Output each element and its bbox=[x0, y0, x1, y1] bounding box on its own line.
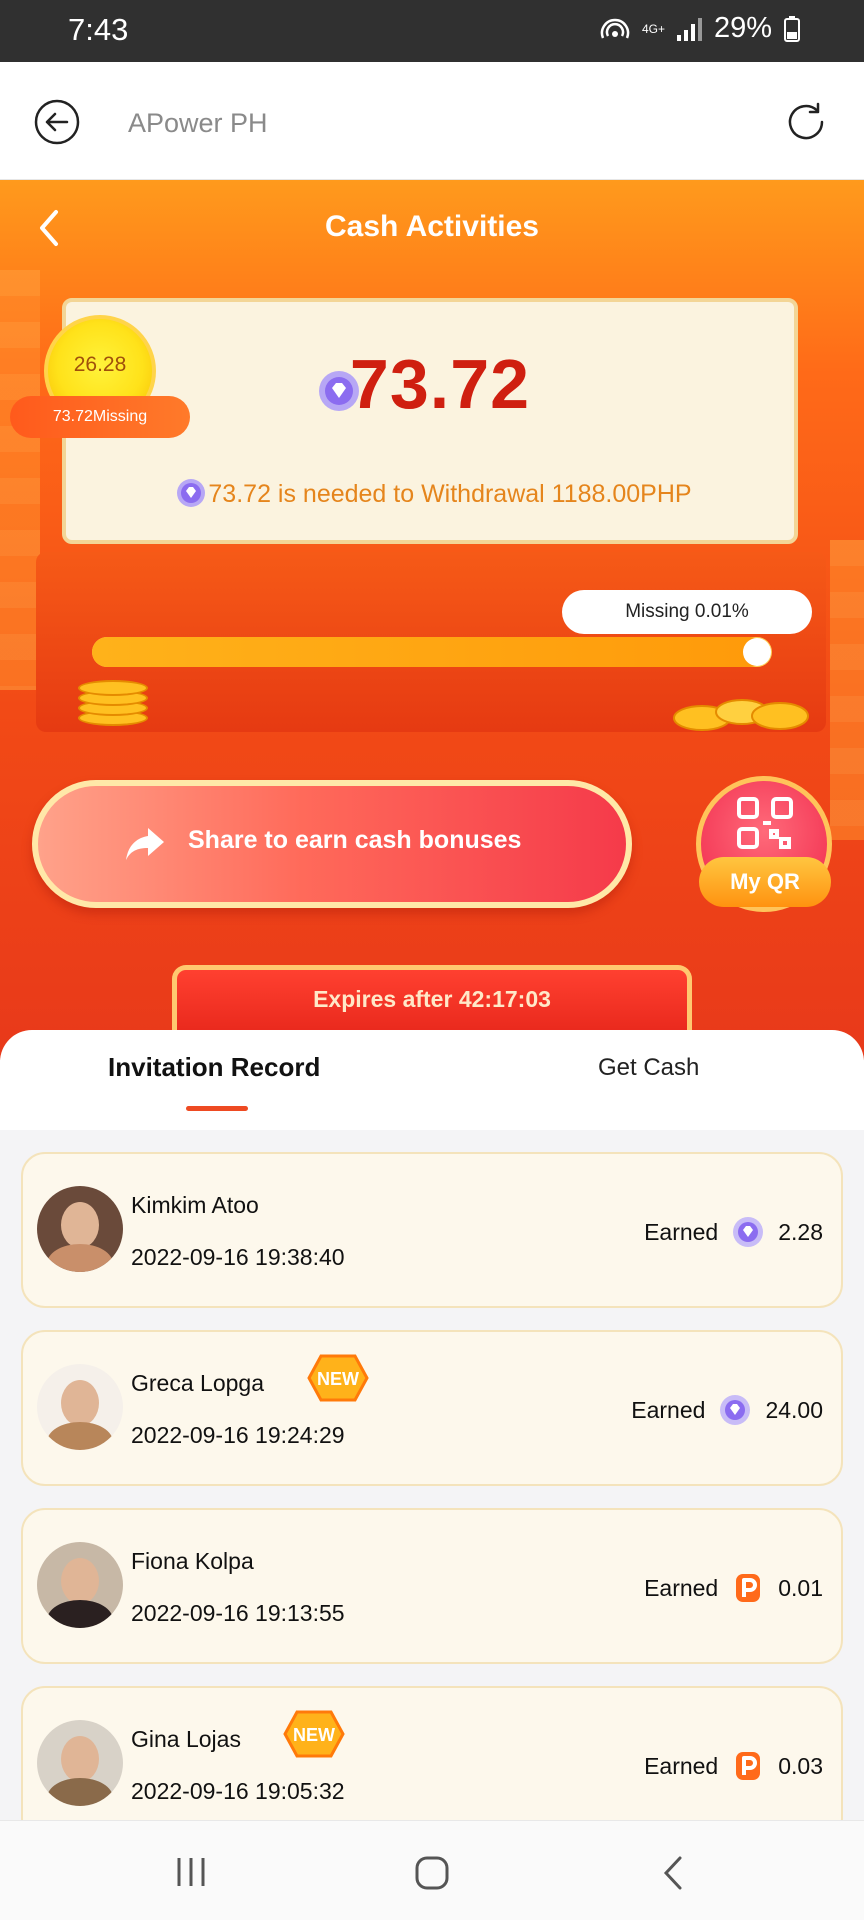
status-icons: 4G+ 29% bbox=[600, 12, 800, 45]
missing-pill: 73.72Missing bbox=[10, 396, 190, 438]
list-item[interactable]: Greca Lopga NEW 2022-09-16 19:24:29 Earn… bbox=[21, 1330, 843, 1486]
earned-value: 24.00 bbox=[765, 1396, 823, 1423]
withdraw-requirement: 73.72 is needed to Withdrawal 1188.00PHP bbox=[208, 480, 692, 508]
qr-code-icon bbox=[737, 797, 793, 849]
coins-icon bbox=[673, 699, 809, 731]
share-arrow-icon bbox=[126, 828, 164, 860]
system-nav-bar bbox=[0, 1820, 864, 1920]
status-time: 7:43 bbox=[68, 12, 129, 47]
p-coin-icon bbox=[736, 1752, 761, 1780]
share-label: Share to earn cash bonuses bbox=[188, 826, 522, 854]
battery-icon bbox=[784, 15, 800, 42]
missing-percent-tag: Missing 0.01% bbox=[562, 590, 812, 634]
cash-activities-hero: Cash Activities 73.72 73.72 is needed to… bbox=[0, 180, 864, 1060]
list-item[interactable]: Gina Lojas NEW 2022-09-16 19:05:32 Earne… bbox=[21, 1686, 843, 1820]
progress-knob bbox=[743, 638, 772, 666]
invite-date: 2022-09-16 19:05:32 bbox=[131, 1778, 345, 1804]
battery-percent: 29% bbox=[713, 12, 772, 44]
earned-value: 2.28 bbox=[778, 1218, 823, 1245]
earned-label: Earned bbox=[644, 1574, 719, 1601]
invitee-name: Gina Lojas bbox=[131, 1726, 241, 1752]
gem-icon bbox=[733, 1217, 764, 1247]
earned-amount: Earned 24.00 bbox=[631, 1394, 823, 1426]
earned-value: 0.03 bbox=[778, 1752, 823, 1779]
p-coin-icon bbox=[736, 1574, 761, 1602]
list-item[interactable]: Fiona Kolpa 2022-09-16 19:13:55 Earned 0… bbox=[21, 1508, 843, 1664]
tab-invitation-record[interactable]: Invitation Record bbox=[108, 1052, 320, 1083]
earned-amount: Earned 0.03 bbox=[644, 1750, 823, 1782]
invitee-name: Fiona Kolpa bbox=[131, 1548, 254, 1574]
avatar bbox=[37, 1364, 123, 1450]
status-bar: 7:43 4G+ 29% bbox=[0, 0, 864, 62]
record-tabs: Invitation Record Get Cash bbox=[0, 1030, 864, 1130]
expires-countdown: 42:17:03 bbox=[458, 986, 551, 1012]
decor-stripes bbox=[830, 540, 864, 840]
home-icon[interactable] bbox=[414, 1855, 450, 1891]
page-title: Cash Activities bbox=[325, 210, 539, 243]
decor-stripes bbox=[0, 270, 40, 690]
avatar bbox=[37, 1542, 123, 1628]
progress-fill bbox=[92, 637, 772, 667]
avatar bbox=[37, 1186, 123, 1272]
browser-header: APower PH bbox=[0, 62, 864, 180]
earned-label: Earned bbox=[631, 1396, 706, 1423]
my-qr-button[interactable]: My QR bbox=[696, 776, 832, 912]
list-item[interactable]: Kimkim Atoo 2022-09-16 19:38:40 Earned 2… bbox=[21, 1152, 843, 1308]
active-tab-indicator bbox=[186, 1106, 248, 1111]
earned-amount: Earned 2.28 bbox=[644, 1216, 823, 1248]
avatar bbox=[37, 1720, 123, 1806]
earned-amount: Earned 0.01 bbox=[644, 1572, 823, 1604]
refresh-icon[interactable] bbox=[782, 98, 830, 146]
expires-label: Expires after bbox=[313, 986, 453, 1012]
invitee-name: Kimkim Atoo bbox=[131, 1192, 259, 1218]
new-badge-icon: NEW bbox=[307, 1354, 369, 1402]
new-badge-text: NEW bbox=[317, 1369, 359, 1389]
invitee-name: Greca Lopga bbox=[131, 1370, 264, 1396]
back-circle-icon[interactable] bbox=[34, 99, 80, 145]
invitation-record-list: Kimkim Atoo 2022-09-16 19:38:40 Earned 2… bbox=[0, 1130, 864, 1820]
gem-icon bbox=[720, 1395, 751, 1425]
coin-stack-icon bbox=[78, 670, 148, 730]
new-badge-text: NEW bbox=[293, 1725, 335, 1745]
tab-get-cash[interactable]: Get Cash bbox=[598, 1054, 699, 1082]
recents-icon[interactable] bbox=[174, 1855, 208, 1889]
current-balance: 26.28 bbox=[73, 353, 127, 376]
earned-value: 0.01 bbox=[778, 1574, 823, 1601]
earned-label: Earned bbox=[644, 1752, 719, 1779]
earned-label: Earned bbox=[644, 1218, 719, 1245]
network-type: 4G+ bbox=[641, 21, 665, 36]
signal-icon bbox=[676, 17, 702, 41]
new-badge-icon: NEW bbox=[283, 1710, 345, 1758]
invite-date: 2022-09-16 19:13:55 bbox=[131, 1600, 345, 1626]
browser-title: APower PH bbox=[128, 108, 268, 138]
withdraw-progress-bar bbox=[92, 637, 772, 667]
my-qr-label: My QR bbox=[699, 857, 831, 907]
invite-date: 2022-09-16 19:38:40 bbox=[131, 1244, 345, 1270]
share-button[interactable]: Share to earn cash bonuses bbox=[32, 780, 632, 908]
nav-back-icon[interactable] bbox=[660, 1855, 686, 1891]
hotspot-icon bbox=[600, 18, 630, 38]
invite-date: 2022-09-16 19:24:29 bbox=[131, 1422, 345, 1448]
